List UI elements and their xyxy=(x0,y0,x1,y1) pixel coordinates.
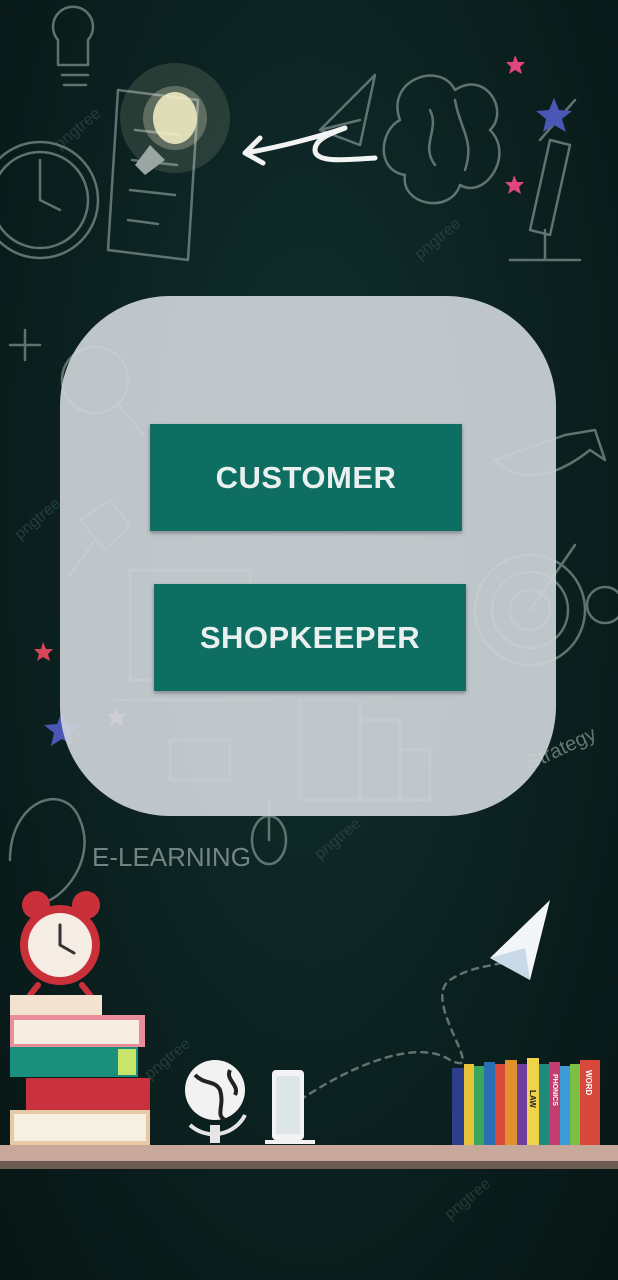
lightbulb-doodle-icon xyxy=(51,5,95,87)
paper-plane-icon xyxy=(490,900,550,980)
glowing-lightbulb-icon xyxy=(120,63,230,175)
e-learning-doodle-text: E-LEARNING xyxy=(92,842,251,872)
shopkeeper-button[interactable]: SHOPKEEPER xyxy=(154,584,466,691)
star-icon xyxy=(505,175,524,194)
watermark-text: pngtree xyxy=(142,1035,195,1083)
book-spine-text: WORD xyxy=(584,1070,593,1096)
gear-doodle-icon xyxy=(585,585,618,625)
shelf xyxy=(0,1145,618,1161)
phone-icon xyxy=(265,1070,315,1144)
brain-doodle-icon xyxy=(382,74,501,205)
plus-doodle-icon xyxy=(8,328,42,362)
role-selection-panel xyxy=(60,296,556,816)
book-spine-text: LAW xyxy=(528,1090,537,1108)
star-icon xyxy=(34,642,53,661)
globe-icon xyxy=(185,1060,247,1155)
shelf-edge xyxy=(0,1161,618,1169)
watermark-text: pngtree xyxy=(12,495,65,543)
book-stack-icon xyxy=(10,995,150,1145)
star-icon xyxy=(536,98,572,132)
customer-button[interactable]: CUSTOMER xyxy=(150,424,462,531)
arrow-doodle-icon xyxy=(242,125,378,166)
watermark-text: pngtree xyxy=(442,1175,495,1223)
head-doodle-icon xyxy=(8,798,86,902)
watermark-text: pngtree xyxy=(412,215,465,263)
book-spine-text: PHONICS xyxy=(551,1074,558,1106)
watermark-text: pngtree xyxy=(312,815,365,863)
wall-clock-doodle-icon xyxy=(0,140,100,260)
star-icon xyxy=(506,55,525,74)
bookshelf-icon: WORD PHONICS LAW xyxy=(452,1058,600,1150)
alarm-clock-icon xyxy=(20,891,100,998)
